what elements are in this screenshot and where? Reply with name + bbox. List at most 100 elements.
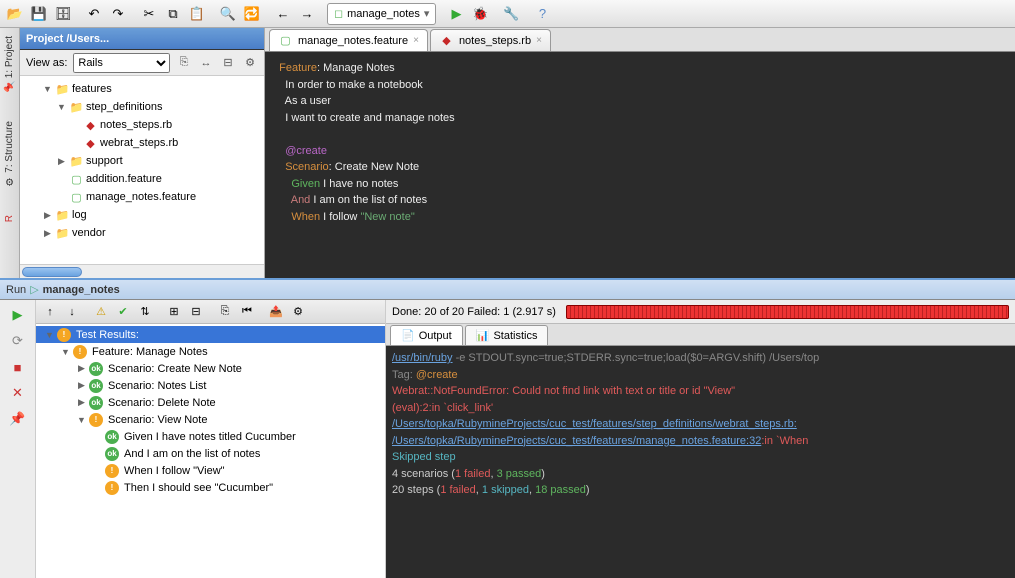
twisty-icon[interactable]: ▶ — [76, 380, 87, 391]
console-line: (eval):2:in `click_link' — [392, 400, 1009, 417]
help-icon[interactable]: ? — [531, 3, 553, 25]
scrollbar-thumb[interactable] — [22, 267, 82, 277]
test-settings-icon[interactable]: ⚙ — [288, 302, 308, 322]
twisty-icon[interactable]: ▼ — [42, 84, 53, 94]
close-icon[interactable]: ✕ — [5, 382, 31, 404]
stop-icon[interactable]: ■ — [5, 356, 31, 378]
tree-item[interactable]: ▢manage_notes.feature — [20, 188, 264, 206]
run-gutter: ▶ ⟳ ■ ✕ 📌 — [0, 300, 36, 578]
tree-item[interactable]: ▼📁step_definitions — [20, 98, 264, 116]
test-tree-item[interactable]: !When I follow "View" — [36, 462, 385, 479]
panel-settings-icon[interactable]: ⚙ — [242, 55, 258, 71]
tree-item[interactable]: ▼📁features — [20, 80, 264, 98]
horizontal-scrollbar[interactable] — [20, 264, 264, 278]
show-pass-icon[interactable]: ✔ — [113, 302, 133, 322]
twisty-icon[interactable]: ▼ — [76, 415, 87, 425]
test-tree-item[interactable]: okGiven I have notes titled Cucumber — [36, 428, 385, 445]
prev-fail-icon[interactable]: ↑ — [40, 302, 60, 322]
output-tab[interactable]: 📊Statistics — [465, 325, 549, 345]
rerun-icon[interactable]: ▶ — [5, 304, 31, 326]
view-as-select[interactable]: Rails — [73, 53, 170, 73]
test-label: Given I have notes titled Cucumber — [124, 431, 296, 443]
twisty-icon[interactable]: ▶ — [42, 210, 53, 221]
tree-item[interactable]: ◆webrat_steps.rb — [20, 134, 264, 152]
test-tree-item[interactable]: !Then I should see "Cucumber" — [36, 479, 385, 496]
copy-icon[interactable]: ⧉ — [162, 3, 184, 25]
save-all-icon[interactable]: 🗄 — [52, 3, 74, 25]
folder-icon: 📁 — [69, 100, 84, 115]
editor-tab[interactable]: ▢manage_notes.feature× — [269, 29, 428, 51]
paste-icon[interactable]: 📋 — [186, 3, 208, 25]
twisty-icon[interactable]: ▶ — [76, 397, 87, 408]
test-tree-item[interactable]: okAnd I am on the list of notes — [36, 445, 385, 462]
tree-item-label: manage_notes.feature — [86, 191, 196, 203]
tree-item[interactable]: ◆notes_steps.rb — [20, 116, 264, 134]
ruby-icon: ◆ — [83, 118, 98, 133]
code-line: When I follow "New note" — [273, 209, 1015, 226]
view-as-label: View as: — [26, 57, 67, 69]
test-tree-item[interactable]: ▶okScenario: Create New Note — [36, 360, 385, 377]
twisty-icon[interactable]: ▼ — [60, 347, 71, 357]
back-icon[interactable]: ← — [272, 3, 294, 25]
status-warn-icon: ! — [105, 464, 119, 478]
twisty-icon[interactable]: ▶ — [56, 156, 67, 167]
console-line: 20 steps (1 failed, 1 skipped, 18 passed… — [392, 482, 1009, 499]
code-editor[interactable]: Feature: Manage Notes In order to make a… — [265, 52, 1015, 278]
scroll-from-source-icon[interactable]: ↔ — [198, 55, 214, 71]
find-icon[interactable]: 🔍 — [217, 3, 239, 25]
test-tree-item[interactable]: ▼!Feature: Manage Notes — [36, 343, 385, 360]
project-tree[interactable]: ▼📁features▼📁step_definitions◆notes_steps… — [20, 76, 264, 264]
replace-icon[interactable]: 🔁 — [241, 3, 263, 25]
close-icon[interactable]: × — [413, 35, 419, 46]
collapse-all-icon[interactable]: ⊟ — [186, 302, 206, 322]
status-ok-icon: ok — [89, 396, 103, 410]
twisty-icon[interactable]: ▼ — [44, 330, 55, 340]
left-tool-gutter: 📌 1: Project ⚙ 7: Structure R — [0, 28, 20, 278]
console-output[interactable]: /usr/bin/ruby -e STDOUT.sync=true;STDERR… — [386, 346, 1015, 578]
run-config-selector[interactable]: ◻ manage_notes ▾ — [327, 3, 436, 25]
test-tree[interactable]: ▼!Test Results:▼!Feature: Manage Notes▶o… — [36, 324, 385, 578]
tree-item[interactable]: ▢addition.feature — [20, 170, 264, 188]
project-tool-tab[interactable]: 📌 1: Project — [4, 32, 15, 97]
editor-tab[interactable]: ◆notes_steps.rb× — [430, 29, 551, 51]
show-fail-icon[interactable]: ⚠ — [91, 302, 111, 322]
debug-icon[interactable]: 🐞 — [469, 3, 491, 25]
twisty-icon[interactable]: ▼ — [56, 102, 67, 112]
expand-icon[interactable]: ⊞ — [164, 302, 184, 322]
pin-icon[interactable]: 📌 — [5, 408, 31, 430]
rerun-failed-icon[interactable]: ⟳ — [5, 330, 31, 352]
select-first-icon[interactable]: ⏮ — [237, 302, 257, 322]
test-tree-item[interactable]: ▼!Scenario: View Note — [36, 411, 385, 428]
tree-item[interactable]: ▶📁log — [20, 206, 264, 224]
twisty-icon[interactable]: ▶ — [42, 228, 53, 239]
test-toolbar: ↑ ↓ ⚠ ✔ ⇅ ⊞ ⊟ ⎘ ⏮ 📤 ⚙ — [36, 300, 385, 324]
autoscroll-icon[interactable]: ⎘ — [176, 55, 192, 71]
close-icon[interactable]: × — [536, 35, 542, 46]
tab-label: notes_steps.rb — [459, 35, 531, 47]
structure-tool-tab[interactable]: ⚙ 7: Structure — [4, 117, 15, 190]
open-icon[interactable]: 📂 — [4, 3, 26, 25]
tree-item[interactable]: ▶📁vendor — [20, 224, 264, 242]
rails-tool-tab[interactable]: R — [4, 211, 15, 226]
next-fail-icon[interactable]: ↓ — [62, 302, 82, 322]
run-icon[interactable]: ▶ — [445, 3, 467, 25]
redo-icon[interactable]: ↷ — [107, 3, 129, 25]
collapse-icon[interactable]: ⊟ — [220, 55, 236, 71]
forward-icon[interactable]: → — [296, 3, 318, 25]
main-toolbar: 📂 💾 🗄 ↶ ↷ ✂ ⧉ 📋 🔍 🔁 ← → ◻ manage_notes ▾… — [0, 0, 1015, 28]
export-icon[interactable]: 📤 — [266, 302, 286, 322]
test-tree-item[interactable]: ▶okScenario: Notes List — [36, 377, 385, 394]
save-icon[interactable]: 💾 — [28, 3, 50, 25]
output-tab[interactable]: 📄Output — [390, 325, 463, 345]
code-line: In order to make a notebook — [273, 77, 1015, 94]
cut-icon[interactable]: ✂ — [138, 3, 160, 25]
test-tree-item[interactable]: ▶okScenario: Delete Note — [36, 394, 385, 411]
settings-icon[interactable]: 🔧 — [500, 3, 522, 25]
twisty-icon[interactable]: ▶ — [76, 363, 87, 374]
tree-item[interactable]: ▶📁support — [20, 152, 264, 170]
autoscroll-test-icon[interactable]: ⎘ — [215, 302, 235, 322]
undo-icon[interactable]: ↶ — [83, 3, 105, 25]
tab-label: manage_notes.feature — [298, 35, 408, 47]
test-tree-item[interactable]: ▼!Test Results: — [36, 326, 385, 343]
sort-icon[interactable]: ⇅ — [135, 302, 155, 322]
